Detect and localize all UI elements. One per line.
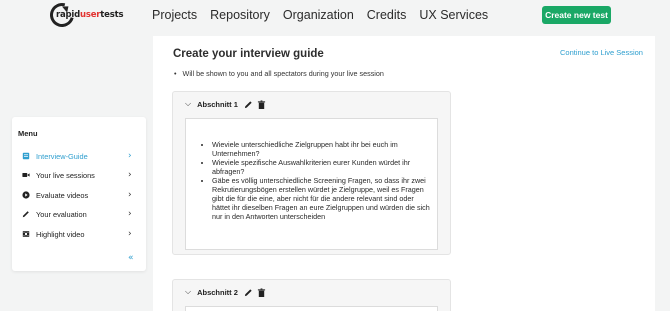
sidebar-item-label: Evaluate videos [36, 190, 89, 200]
top-header: rapidusertests Projects Repository Organ… [0, 0, 670, 32]
nav-projects[interactable]: Projects [152, 8, 197, 22]
guide-section: ⌵ Abschnitt 1 Wieviele unterschiedliche … [172, 91, 451, 255]
sidebar-item-live-sessions[interactable]: Your live sessions › [12, 168, 146, 182]
question-list: Wieviele unterschiedliche Zielgruppen ha… [186, 119, 437, 221]
chevron-right-icon: › [128, 209, 132, 219]
sidebar-item-label: Your evaluation [36, 209, 87, 219]
nav-organization[interactable]: Organization [283, 8, 354, 22]
sidebar-item-label: Interview-Guide [36, 151, 88, 161]
collapse-sidebar-icon[interactable]: « [128, 253, 134, 263]
sidebar-item-label: Highlight video [36, 229, 85, 239]
logo-text: rapidusertests [56, 10, 124, 20]
pencil-icon [22, 210, 30, 218]
section-title: Abschnitt 2 [197, 287, 238, 297]
section-content[interactable] [185, 306, 438, 311]
chevron-right-icon: › [128, 151, 132, 161]
pencil-icon[interactable] [244, 100, 253, 109]
sidebar-item-your-evaluation[interactable]: Your evaluation › [12, 207, 146, 221]
trash-icon[interactable] [257, 99, 266, 109]
section-header: ⌵ Abschnitt 2 [185, 286, 270, 298]
spectator-note: Will be shown to you and all spectators … [174, 69, 384, 78]
menu-title: Menu [18, 129, 38, 138]
create-new-test-button[interactable]: Create new test [542, 6, 611, 24]
main-nav: Projects Repository Organization Credits… [152, 8, 501, 22]
chevron-down-icon[interactable]: ⌵ [185, 287, 191, 297]
note-icon [22, 152, 30, 160]
chevron-down-icon[interactable]: ⌵ [185, 99, 191, 109]
page-title: Create your interview guide [173, 48, 324, 60]
guide-section: ⌵ Abschnitt 2 [172, 279, 451, 311]
film-icon [22, 230, 30, 238]
section-content[interactable]: Wieviele unterschiedliche Zielgruppen ha… [185, 118, 438, 250]
list-item: Gäbe es völlig unterschiedliche Screenin… [212, 176, 431, 221]
chevron-right-icon: › [128, 229, 132, 239]
list-item: Wieviele unterschiedliche Zielgruppen ha… [212, 140, 431, 158]
chevron-right-icon: › [128, 170, 132, 180]
play-circle-icon [22, 191, 30, 199]
main-panel: Create your interview guide Continue to … [153, 36, 655, 311]
continue-to-live-session-link[interactable]: Continue to Live Session [560, 48, 643, 57]
sidebar-item-highlight-video[interactable]: Highlight video › [12, 227, 146, 241]
rapidusertests-logo[interactable]: rapidusertests [45, 0, 124, 32]
chevron-right-icon: › [128, 190, 132, 200]
nav-repository[interactable]: Repository [210, 8, 270, 22]
sidebar-menu: Menu Interview-Guide › Your live session… [12, 117, 146, 271]
list-item: Wieviele spezifische Auswahlkriterien eu… [212, 158, 431, 176]
nav-credits[interactable]: Credits [367, 8, 407, 22]
sidebar-item-evaluate-videos[interactable]: Evaluate videos › [12, 188, 146, 202]
sidebar-item-label: Your live sessions [36, 170, 95, 180]
sidebar-item-interview-guide[interactable]: Interview-Guide › [12, 149, 146, 163]
trash-icon[interactable] [257, 287, 266, 297]
section-title: Abschnitt 1 [197, 99, 238, 109]
nav-ux-services[interactable]: UX Services [419, 8, 488, 22]
pencil-icon[interactable] [244, 288, 253, 297]
video-camera-icon [22, 171, 30, 179]
section-header: ⌵ Abschnitt 1 [185, 98, 270, 110]
